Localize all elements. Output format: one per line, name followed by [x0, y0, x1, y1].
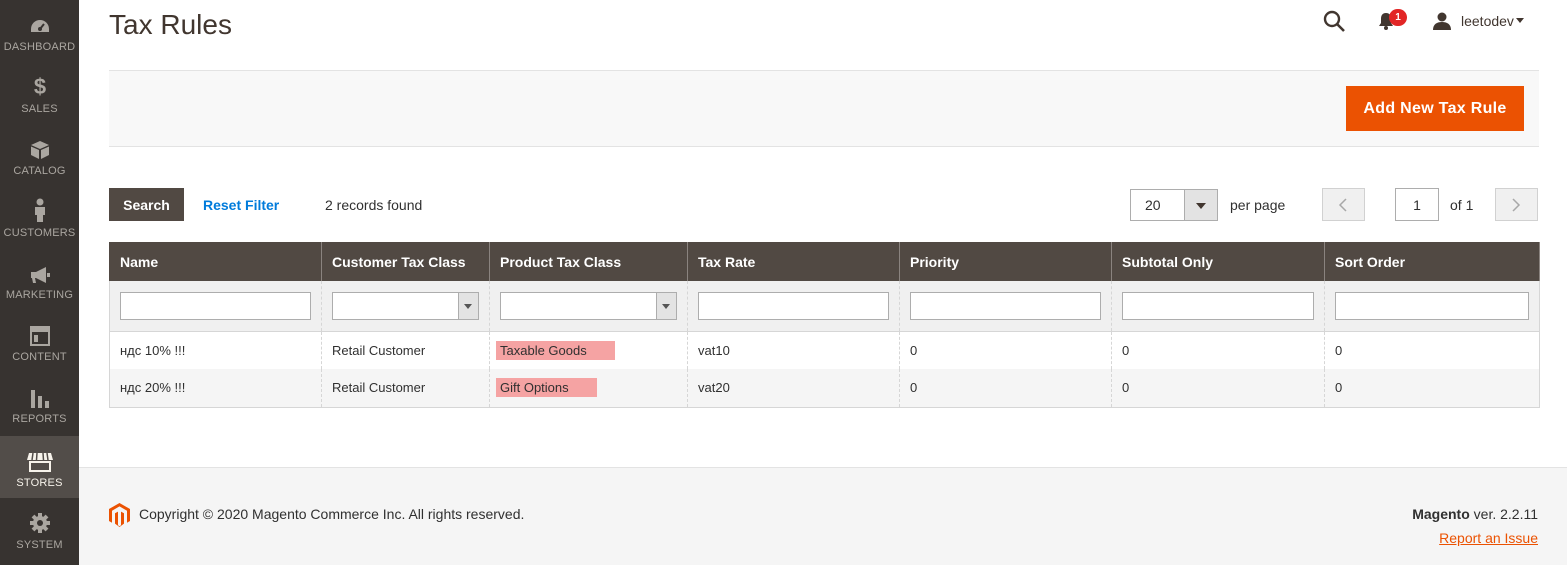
cell-sort-order: 0 [1324, 369, 1540, 408]
nav-label: CUSTOMERS [3, 227, 76, 239]
chevron-right-icon [1512, 198, 1521, 212]
chevron-down-icon[interactable] [1184, 190, 1217, 220]
cell-tax-rate: vat10 [687, 331, 900, 369]
nav-sales[interactable]: $ SALES [0, 62, 79, 124]
copyright-text: Copyright © 2020 Magento Commerce Inc. A… [139, 506, 525, 522]
table-row[interactable]: ндс 10% !!! Retail Customer Taxable Good… [109, 331, 1540, 369]
tax-rules-grid: Name Customer Tax Class Product Tax Clas… [109, 242, 1540, 408]
add-new-tax-rule-button[interactable]: Add New Tax Rule [1346, 86, 1524, 131]
page-number-input[interactable] [1395, 188, 1439, 221]
dashboard-icon [30, 20, 49, 32]
chevron-down-icon[interactable] [1516, 18, 1524, 23]
cell-tax-rate: vat20 [687, 369, 900, 408]
filter-sort-order-input[interactable] [1335, 291, 1529, 320]
version-info: Magento ver. 2.2.11 [1412, 506, 1538, 522]
user-icon[interactable] [1432, 12, 1452, 30]
chevron-down-icon [458, 292, 478, 319]
table-row[interactable]: ндс 20% !!! Retail Customer Gift Options… [109, 369, 1540, 408]
cell-priority: 0 [899, 331, 1112, 369]
box-icon [30, 141, 49, 159]
per-page-value: 20 [1145, 197, 1161, 213]
person-icon [34, 198, 45, 222]
nav-system[interactable]: SYSTEM [0, 498, 79, 560]
cell-name: ндс 20% !!! [109, 369, 322, 408]
filter-customer-tax-class-select[interactable] [332, 291, 479, 320]
nav-marketing[interactable]: MARKETING [0, 248, 79, 310]
column-header-customer-tax-class[interactable]: Customer Tax Class [321, 242, 490, 281]
nav-content[interactable]: CONTENT [0, 310, 79, 372]
nav-label: SYSTEM [16, 539, 63, 551]
header-row: Name Customer Tax Class Product Tax Clas… [109, 242, 1540, 281]
nav-catalog[interactable]: CATALOG [0, 124, 79, 186]
cell-product-tax-class: Gift Options [489, 369, 688, 408]
nav-stores[interactable]: STORES [0, 436, 79, 498]
nav-label: SALES [21, 103, 58, 115]
filter-subtotal-only-input[interactable] [1122, 291, 1314, 320]
filter-priority-input[interactable] [910, 291, 1101, 320]
total-pages: of 1 [1450, 197, 1474, 213]
search-icon[interactable] [1323, 10, 1345, 32]
nav-dashboard[interactable]: DASHBOARD [0, 0, 79, 62]
chevron-down-icon [656, 292, 676, 319]
search-button[interactable]: Search [109, 188, 184, 221]
nav-reports[interactable]: REPORTS [0, 372, 79, 434]
cell-priority: 0 [899, 369, 1112, 408]
user-menu[interactable]: leetodev [1461, 13, 1514, 29]
brand-name: Magento [1412, 506, 1470, 522]
column-header-product-tax-class[interactable]: Product Tax Class [489, 242, 688, 281]
column-header-tax-rate[interactable]: Tax Rate [687, 242, 900, 281]
page-actions-bar [109, 70, 1539, 147]
filter-row [109, 281, 1540, 332]
column-header-priority[interactable]: Priority [899, 242, 1112, 281]
admin-sidebar: DASHBOARD $ SALES CATALOG CUSTOMERS MARK… [0, 0, 79, 565]
bar-chart-icon [30, 390, 49, 408]
reset-filter-link[interactable]: Reset Filter [203, 197, 279, 213]
column-header-subtotal-only[interactable]: Subtotal Only [1111, 242, 1325, 281]
records-count: 2 records found [325, 197, 423, 213]
cell-customer-tax-class: Retail Customer [321, 331, 490, 369]
svg-text:$: $ [33, 76, 45, 98]
notification-badge: 1 [1389, 9, 1407, 26]
highlighted-value: Gift Options [496, 378, 597, 398]
version-number: ver. 2.2.11 [1469, 506, 1538, 522]
layout-icon [29, 326, 50, 346]
page-title: Tax Rules [109, 9, 232, 40]
chevron-left-icon [1338, 198, 1347, 212]
cell-name: ндс 10% !!! [109, 331, 322, 369]
highlighted-value: Taxable Goods [496, 340, 615, 360]
column-header-sort-order[interactable]: Sort Order [1324, 242, 1540, 281]
cell-customer-tax-class: Retail Customer [321, 369, 490, 408]
nav-label: MARKETING [5, 289, 74, 301]
cell-sort-order: 0 [1324, 331, 1540, 369]
filter-tax-rate-input[interactable] [698, 291, 889, 320]
dollar-icon: $ [33, 76, 45, 98]
gear-icon [29, 513, 50, 533]
nav-label: CATALOG [13, 165, 66, 177]
previous-page-button[interactable] [1322, 188, 1365, 221]
filter-name-input[interactable] [120, 291, 311, 320]
nav-label: DASHBOARD [3, 41, 76, 53]
per-page-label: per page [1230, 197, 1286, 213]
magento-logo-icon [109, 503, 130, 527]
cell-subtotal-only: 0 [1111, 369, 1325, 408]
nav-label: CONTENT [12, 351, 67, 363]
next-page-button[interactable] [1495, 188, 1538, 221]
filter-product-tax-class-select[interactable] [500, 291, 677, 320]
nav-customers[interactable]: CUSTOMERS [0, 186, 79, 248]
store-icon [26, 452, 53, 472]
column-header-name[interactable]: Name [109, 242, 322, 281]
megaphone-icon [30, 267, 50, 283]
nav-label: STORES [16, 477, 63, 489]
cell-subtotal-only: 0 [1111, 331, 1325, 369]
cell-product-tax-class: Taxable Goods [489, 331, 688, 369]
report-issue-link[interactable]: Report an Issue [1439, 530, 1538, 546]
nav-label: REPORTS [12, 413, 67, 425]
